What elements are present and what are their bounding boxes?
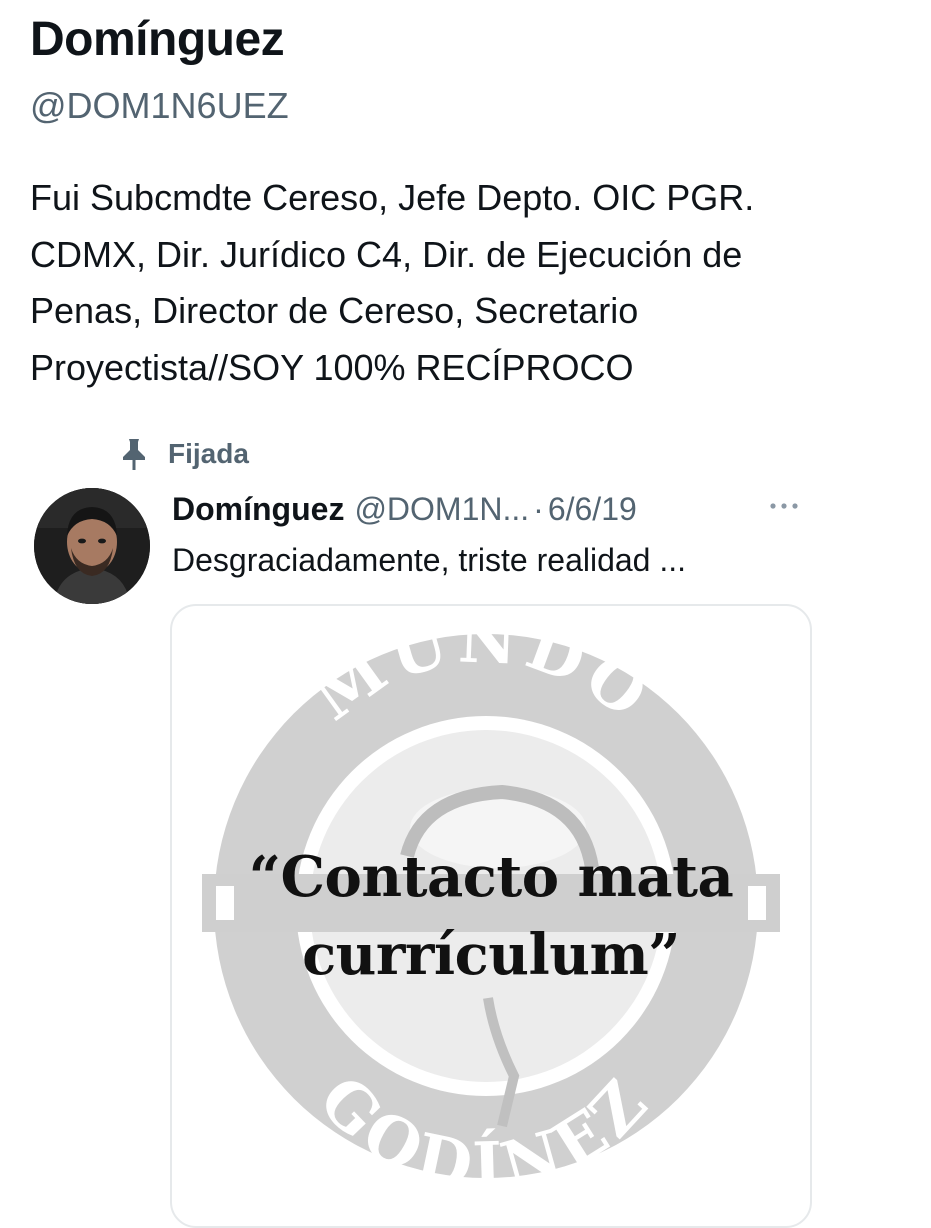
profile-handle: @DOM1N6UEZ (30, 85, 289, 126)
meme-line-1: “Contacto mata (248, 844, 734, 910)
tweet-handle[interactable]: @DOM1N... (354, 491, 529, 528)
meme-line-2: currículum” (302, 922, 680, 988)
avatar[interactable] (34, 488, 150, 604)
meme-caption: “Contacto mata currículum” (172, 838, 810, 994)
profile-name: Domínguez (30, 13, 285, 66)
pinned-indicator: Fijada (120, 434, 249, 474)
pinned-label: Fijada (168, 438, 249, 469)
tweet-author[interactable]: Domínguez (172, 491, 344, 528)
tweet-text: Desgraciadamente, triste realidad ... (172, 542, 687, 578)
profile-bio: Fui Subcmdte Cereso, Jefe Depto. OIC PGR… (30, 177, 755, 388)
tweet-date[interactable]: 6/6/19 (548, 491, 637, 528)
tweet-separator: · (533, 490, 544, 527)
more-icon[interactable] (766, 493, 802, 519)
tweet-header: Domínguez @DOM1N... · 6/6/19 (172, 488, 637, 530)
tweet-media[interactable]: MUNDO GODÍNEZ “Contacto mata currículum” (170, 604, 812, 1228)
pin-icon (120, 437, 148, 471)
